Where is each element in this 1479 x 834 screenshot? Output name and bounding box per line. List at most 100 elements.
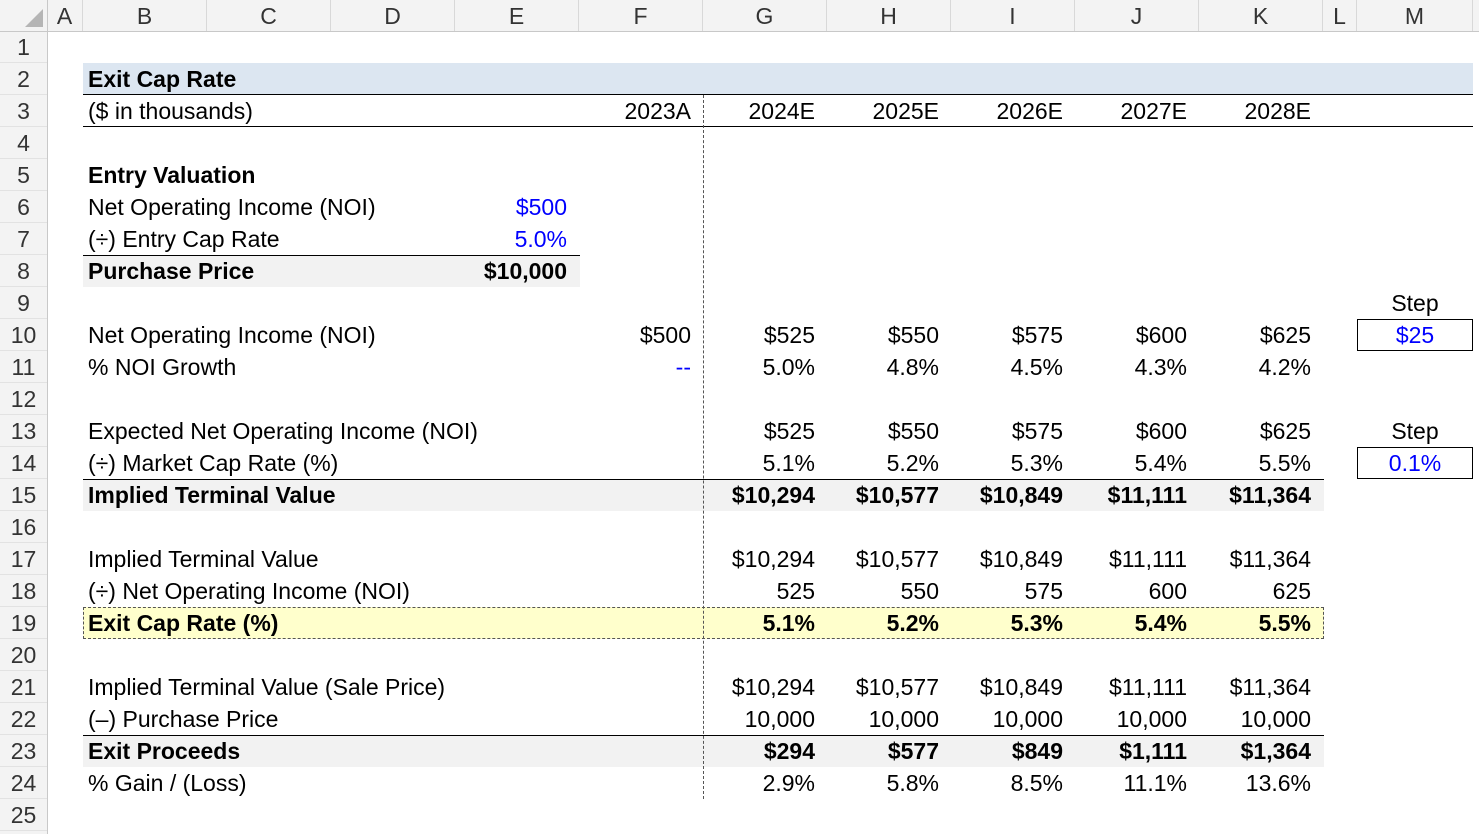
- column-header-m[interactable]: M: [1357, 0, 1473, 31]
- row-18-2025e-value[interactable]: 550: [819, 575, 939, 607]
- row-18-2026e-value[interactable]: 575: [943, 575, 1063, 607]
- row-11-label[interactable]: % NOI Growth: [88, 351, 236, 383]
- row-22-2026e-value[interactable]: 10,000: [943, 703, 1063, 735]
- cap-step-input[interactable]: 0.1%: [1357, 447, 1473, 479]
- year-header-2028e[interactable]: 2028E: [1191, 95, 1311, 127]
- column-header-d[interactable]: D: [331, 0, 455, 31]
- year-header-2025e[interactable]: 2025E: [819, 95, 939, 127]
- row-17-label[interactable]: Implied Terminal Value: [88, 543, 319, 575]
- row-header-9[interactable]: 9: [0, 287, 47, 319]
- entry-valuation-heading[interactable]: Entry Valuation: [88, 159, 255, 191]
- row-15-2026e-value[interactable]: $10,849: [943, 479, 1063, 511]
- row-21-2026e-value[interactable]: $10,849: [943, 671, 1063, 703]
- row-header-15[interactable]: 15: [0, 479, 47, 511]
- row-21-2024e-value[interactable]: $10,294: [695, 671, 815, 703]
- column-header-f[interactable]: F: [579, 0, 703, 31]
- row-header-11[interactable]: 11: [0, 351, 47, 383]
- row-18-2027e-value[interactable]: 600: [1067, 575, 1187, 607]
- row-10-2028e-value[interactable]: $625: [1191, 319, 1311, 351]
- row-header-23[interactable]: 23: [0, 735, 47, 767]
- row-21-2028e-value[interactable]: $11,364: [1191, 671, 1311, 703]
- row-13-2027e-value[interactable]: $600: [1067, 415, 1187, 447]
- row-header-21[interactable]: 21: [0, 671, 47, 703]
- row-23-2024e-value[interactable]: $294: [695, 735, 815, 767]
- row-header-7[interactable]: 7: [0, 223, 47, 255]
- row-11-2028e-value[interactable]: 4.2%: [1191, 351, 1311, 383]
- row-21-2025e-value[interactable]: $10,577: [819, 671, 939, 703]
- row-23-2025e-value[interactable]: $577: [819, 735, 939, 767]
- row-header-22[interactable]: 22: [0, 703, 47, 735]
- row-11-2025e-value[interactable]: 4.8%: [819, 351, 939, 383]
- row-22-2024e-value[interactable]: 10,000: [695, 703, 815, 735]
- row-24-2026e-value[interactable]: 8.5%: [943, 767, 1063, 799]
- year-header-2024e[interactable]: 2024E: [695, 95, 815, 127]
- column-header-b[interactable]: B: [83, 0, 207, 31]
- row-header-17[interactable]: 17: [0, 543, 47, 575]
- row-24-2025e-value[interactable]: 5.8%: [819, 767, 939, 799]
- row-23-2027e-value[interactable]: $1,111: [1067, 735, 1187, 767]
- entry-noi-input[interactable]: $500: [460, 191, 567, 223]
- sheet-title[interactable]: Exit Cap Rate: [88, 63, 236, 95]
- column-header-h[interactable]: H: [827, 0, 951, 31]
- row-header-4[interactable]: 4: [0, 127, 47, 159]
- row-19-2028e-value[interactable]: 5.5%: [1191, 607, 1311, 639]
- row-header-20[interactable]: 20: [0, 639, 47, 671]
- noi-step-input[interactable]: $25: [1357, 319, 1473, 351]
- row-11-2024e-value[interactable]: 5.0%: [695, 351, 815, 383]
- row-11-2023a-value[interactable]: --: [571, 351, 691, 383]
- row-header-10[interactable]: 10: [0, 319, 47, 351]
- row-19-label[interactable]: Exit Cap Rate (%): [88, 607, 278, 639]
- row-15-2024e-value[interactable]: $10,294: [695, 479, 815, 511]
- row-header-18[interactable]: 18: [0, 575, 47, 607]
- row-17-2028e-value[interactable]: $11,364: [1191, 543, 1311, 575]
- row-header-16[interactable]: 16: [0, 511, 47, 543]
- row-header-14[interactable]: 14: [0, 447, 47, 479]
- row-15-2027e-value[interactable]: $11,111: [1067, 479, 1187, 511]
- row-24-2024e-value[interactable]: 2.9%: [695, 767, 815, 799]
- row-10-label[interactable]: Net Operating Income (NOI): [88, 319, 376, 351]
- row-13-2028e-value[interactable]: $625: [1191, 415, 1311, 447]
- row-10-2024e-value[interactable]: $525: [695, 319, 815, 351]
- row-header-6[interactable]: 6: [0, 191, 47, 223]
- row-15-2028e-value[interactable]: $11,364: [1191, 479, 1311, 511]
- row-15-label[interactable]: Implied Terminal Value: [88, 479, 336, 511]
- row-22-2028e-value[interactable]: 10,000: [1191, 703, 1311, 735]
- row-15-2025e-value[interactable]: $10,577: [819, 479, 939, 511]
- row-14-2026e-value[interactable]: 5.3%: [943, 447, 1063, 479]
- row-header-25[interactable]: 25: [0, 799, 47, 831]
- column-header-a[interactable]: A: [47, 0, 83, 31]
- row-19-2027e-value[interactable]: 5.4%: [1067, 607, 1187, 639]
- purchase-price-value[interactable]: $10,000: [440, 255, 567, 287]
- column-header-c[interactable]: C: [207, 0, 331, 31]
- entry-cap-rate-label[interactable]: (÷) Entry Cap Rate: [88, 223, 280, 255]
- row-header-24[interactable]: 24: [0, 767, 47, 799]
- row-19-2024e-value[interactable]: 5.1%: [695, 607, 815, 639]
- column-header-j[interactable]: J: [1075, 0, 1199, 31]
- row-24-2027e-value[interactable]: 11.1%: [1067, 767, 1187, 799]
- year-header-2027e[interactable]: 2027E: [1067, 95, 1187, 127]
- row-18-2028e-value[interactable]: 625: [1191, 575, 1311, 607]
- column-header-e[interactable]: E: [455, 0, 579, 31]
- row-header-13[interactable]: 13: [0, 415, 47, 447]
- row-10-2026e-value[interactable]: $575: [943, 319, 1063, 351]
- row-11-2027e-value[interactable]: 4.3%: [1067, 351, 1187, 383]
- units-label[interactable]: ($ in thousands): [88, 95, 253, 127]
- row-18-2024e-value[interactable]: 525: [695, 575, 815, 607]
- row-18-label[interactable]: (÷) Net Operating Income (NOI): [88, 575, 410, 607]
- entry-noi-label[interactable]: Net Operating Income (NOI): [88, 191, 376, 223]
- year-header-2023a[interactable]: 2023A: [571, 95, 691, 127]
- column-header-l[interactable]: L: [1323, 0, 1357, 31]
- row-22-label[interactable]: (–) Purchase Price: [88, 703, 278, 735]
- column-header-k[interactable]: K: [1199, 0, 1323, 31]
- row-11-2026e-value[interactable]: 4.5%: [943, 351, 1063, 383]
- row-22-2027e-value[interactable]: 10,000: [1067, 703, 1187, 735]
- row-17-2024e-value[interactable]: $10,294: [695, 543, 815, 575]
- row-header-2[interactable]: 2: [0, 63, 47, 95]
- row-17-2027e-value[interactable]: $11,111: [1067, 543, 1187, 575]
- row-13-2026e-value[interactable]: $575: [943, 415, 1063, 447]
- year-header-2026e[interactable]: 2026E: [943, 95, 1063, 127]
- column-header-i[interactable]: I: [951, 0, 1075, 31]
- row-14-2028e-value[interactable]: 5.5%: [1191, 447, 1311, 479]
- select-all-corner[interactable]: [0, 0, 48, 32]
- row-21-label[interactable]: Implied Terminal Value (Sale Price): [88, 671, 445, 703]
